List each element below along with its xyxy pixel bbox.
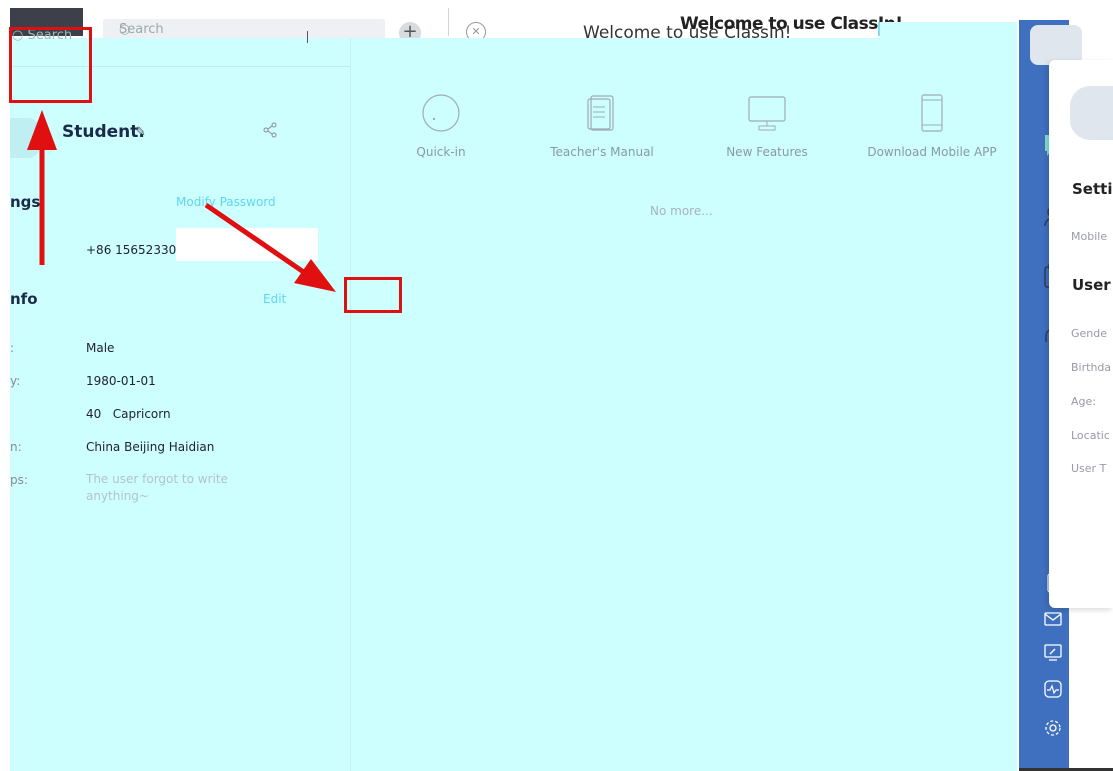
- annotation-arrows: [27, 110, 336, 292]
